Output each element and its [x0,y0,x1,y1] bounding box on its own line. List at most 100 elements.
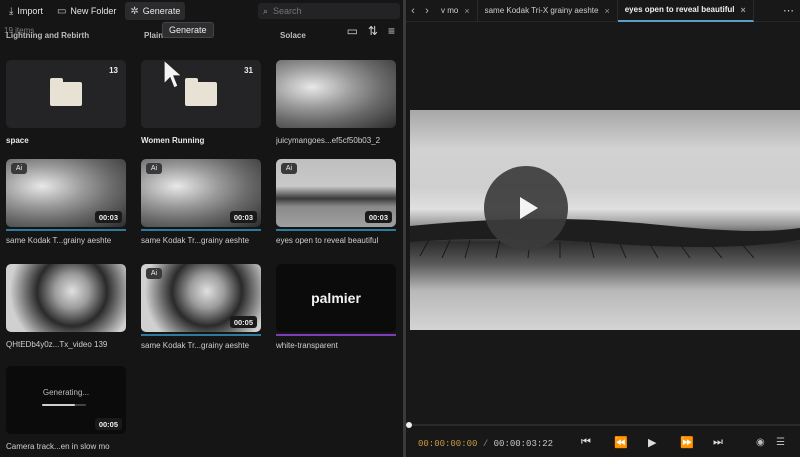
preview-panel: ‹ › v mo × same Kodak Tri-X grainy aesht… [406,0,800,457]
folder-icon [185,78,217,106]
palmier-logo: palmier [311,290,361,306]
duration-badge: 00:03 [229,211,257,223]
import-button[interactable]: ⤓ Import [4,2,48,20]
download-icon: ⤓ [9,5,14,17]
duration-badge: 00:05 [94,418,122,430]
ai-badge: Ai [146,163,162,174]
logo-card[interactable]: palmier white-transparent [276,264,396,350]
folder-thumbnail: 31 [141,60,261,128]
folder-icon[interactable]: ▭ [347,24,358,38]
close-icon[interactable]: × [464,6,469,16]
ai-badge: Ai [146,268,162,279]
image-thumbnail [276,60,396,128]
time-separator: / [482,439,489,449]
generating-progress-fill [42,404,75,406]
tab-3-active[interactable]: eyes open to reveal beautiful × [617,0,754,22]
video-card[interactable]: Ai 00:03 same Kodak Tr...grainy aeshte [141,159,261,245]
more-options-icon[interactable]: ⋯ [783,4,794,17]
tab-label: v mo [441,6,459,15]
card-label: white-transparent [276,341,338,350]
play-button[interactable] [484,166,568,250]
play-icon [519,197,538,219]
step-back-icon[interactable]: ⏪ [614,436,628,449]
card-label: juicymangoes...ef5cf50b03_2 [276,136,381,145]
skip-to-start-icon[interactable]: ⏮ [581,436,591,449]
card-label: QHtEDb4y0z...Tx_video 139 [6,340,108,349]
folder-count: 31 [244,66,253,75]
video-preview[interactable] [410,110,800,330]
library-toolbar: ⤓ Import ▭ New Folder ✲ Generate ⌕ [0,0,403,22]
duration-badge: 00:03 [94,211,122,223]
video-card-selected[interactable]: Ai 00:03 eyes open to reveal beautiful [276,159,396,245]
card-label: same Kodak Tr...grainy aeshte [141,236,250,245]
selected-underline [141,229,261,231]
ai-badge: Ai [281,163,297,174]
video-thumbnail: Ai 00:03 [141,159,261,227]
search-icon: ⌕ [263,5,269,16]
video-thumbnail: Ai 00:05 [141,264,261,332]
duration-badge: 00:05 [229,316,257,328]
generate-label: Generate [142,6,181,16]
search-field[interactable]: ⌕ [258,3,400,19]
duration-badge: 00:03 [364,211,392,223]
search-input[interactable] [273,6,384,16]
card-label: Women Running [141,136,205,145]
row0-label-3: Solace [280,31,306,40]
folder-card-women-running[interactable]: 31 Women Running [141,60,261,145]
selected-underline [6,229,126,231]
timeline-scrubber[interactable] [406,422,800,428]
view-options: ▭ ⇅ ≡ [347,24,395,38]
new-folder-label: New Folder [70,6,117,16]
playhead[interactable] [406,422,412,428]
folder-icon [50,78,82,106]
row0-label-1: Lightning and Rebirth [6,31,90,40]
folder-plus-icon: ▭ [56,5,67,17]
settings-sliders-icon[interactable]: ☰ [776,437,785,448]
logo-underline [276,334,396,336]
video-card[interactable]: Ai 00:05 same Kodak Tr...grainy aeshte [141,264,261,350]
video-thumbnail [6,264,126,332]
video-thumbnail: Ai 00:03 [276,159,396,227]
camera-icon[interactable]: ◉ [756,437,765,448]
total-time: 00:00:03:22 [493,439,554,449]
tab-label: eyes open to reveal beautiful [624,5,735,14]
card-label: same Kodak Tr...grainy aeshte [141,341,250,350]
close-icon[interactable]: × [741,5,746,15]
player-controls: 00:00:00:00 / 00:00:03:22 ⏮ ⏪ ▶ ⏩ ⏭ ◉ ☰ [406,434,800,454]
library-panel: ⤓ Import ▭ New Folder ✲ Generate ⌕ Gener… [0,0,403,457]
selected-underline [141,334,261,336]
tab-label: same Kodak Tri-X grainy aeshte [484,6,599,15]
close-icon[interactable]: × [604,6,609,16]
video-card[interactable]: Ai 00:03 same Kodak T...grainy aeshte [6,159,126,245]
back-arrow-icon[interactable]: ‹ [406,5,420,17]
generate-button[interactable]: ✲ Generate [125,2,186,20]
tab-1[interactable]: v mo × [434,0,478,22]
import-label: Import [17,6,43,16]
step-forward-icon[interactable]: ⏩ [680,436,694,449]
new-folder-button[interactable]: ▭ New Folder [52,2,121,20]
row0-label-2: Plain [144,31,164,40]
tab-bar: ‹ › v mo × same Kodak Tri-X grainy aesht… [406,0,800,22]
mouse-cursor-icon [163,58,184,89]
selected-underline [276,229,396,231]
folder-card-space[interactable]: 13 space [6,60,126,145]
card-label: space [6,136,29,145]
folder-thumbnail: 13 [6,60,126,128]
play-small-icon[interactable]: ▶ [648,436,656,449]
video-thumbnail: Ai 00:03 [6,159,126,227]
generating-card[interactable]: Generating... 00:05 Camera track...en in… [6,366,126,451]
generate-tooltip: Generate [162,22,214,38]
forward-arrow-icon[interactable]: › [420,5,434,17]
logo-thumbnail: palmier [276,264,396,332]
filter-icon[interactable]: ≡ [388,24,395,38]
card-label: same Kodak T...grainy aeshte [6,236,112,245]
tab-2[interactable]: same Kodak Tri-X grainy aeshte × [478,0,618,22]
image-card[interactable]: juicymangoes...ef5cf50b03_2 [276,60,396,145]
video-card[interactable]: QHtEDb4y0z...Tx_video 139 [6,264,126,349]
current-time: 00:00:00:00 [418,439,478,449]
skip-to-end-icon[interactable]: ⏭ [713,436,723,449]
sort-icon[interactable]: ⇅ [368,24,378,38]
folder-count: 13 [109,66,118,75]
generating-progress [42,404,86,406]
ai-badge: Ai [11,163,27,174]
